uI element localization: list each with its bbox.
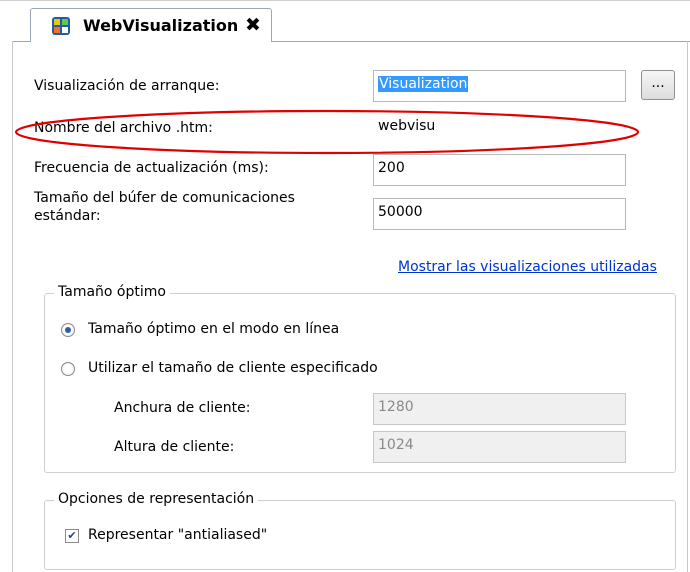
radio-online[interactable] xyxy=(61,323,75,337)
antialiased-checkbox[interactable]: ✔ xyxy=(65,529,79,543)
update-rate-input[interactable]: 200 xyxy=(373,154,626,186)
htm-filename-label: Nombre del archivo .htm: xyxy=(34,120,213,136)
render-options-title: Opciones de representación xyxy=(54,491,259,507)
client-width-label: Anchura de cliente: xyxy=(114,400,251,416)
update-rate-label: Frecuencia de actualización (ms): xyxy=(34,160,269,176)
panel-right-border xyxy=(687,41,688,572)
start-visualization-label: Visualización de arranque: xyxy=(34,78,220,94)
close-icon[interactable]: ✖ xyxy=(245,14,261,36)
buffer-size-label-line1: Tamaño del búfer de comunicaciones xyxy=(34,190,295,206)
browse-button[interactable]: ... xyxy=(641,70,675,100)
buffer-size-input[interactable]: 50000 xyxy=(373,198,626,230)
show-used-visualizations-link[interactable]: Mostrar las visualizaciones utilizadas xyxy=(398,259,657,275)
tab-title: WebVisualization xyxy=(83,16,239,35)
start-visualization-value: Visualization xyxy=(378,76,469,92)
top-border xyxy=(0,0,690,1)
radio-selected-dot xyxy=(65,327,71,333)
buffer-size-label-line2: estándar: xyxy=(34,208,101,224)
visualization-icon xyxy=(52,17,70,35)
checkmark-icon: ✔ xyxy=(67,529,77,542)
optimal-size-title: Tamaño óptimo xyxy=(54,284,170,300)
client-width-input[interactable]: 1280 xyxy=(373,393,626,425)
client-height-label: Altura de cliente: xyxy=(114,439,235,455)
antialiased-label: Representar "antialiased" xyxy=(88,527,268,543)
option-client-label: Utilizar el tamaño de cliente especifica… xyxy=(88,360,378,376)
start-visualization-input[interactable]: Visualization xyxy=(373,70,626,102)
htm-filename-input[interactable]: webvisu xyxy=(373,112,626,144)
radio-client-size[interactable] xyxy=(61,362,75,376)
panel-left-border xyxy=(12,41,13,572)
tab-webvisualization[interactable]: WebVisualization ✖ xyxy=(30,8,272,42)
option-online-label: Tamaño óptimo en el modo en línea xyxy=(88,321,340,337)
client-height-input[interactable]: 1024 xyxy=(373,431,626,463)
